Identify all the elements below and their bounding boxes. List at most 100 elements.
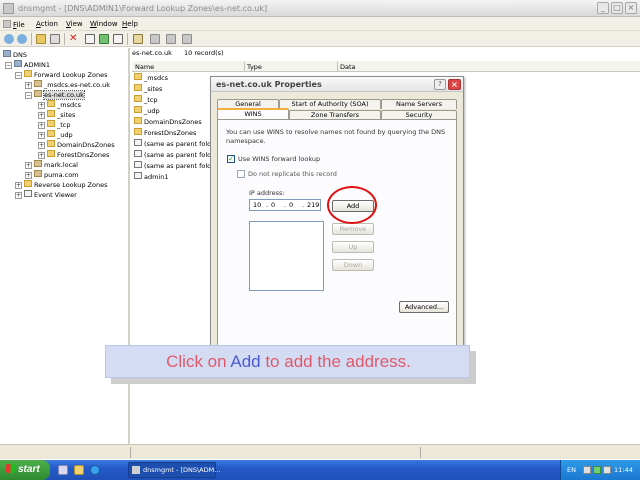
network-icon[interactable] xyxy=(583,466,591,474)
expand-toggle[interactable]: + xyxy=(15,192,22,199)
taskbar-item-dnsmgmt[interactable]: dnsmgmt - [DNS\ADM... xyxy=(128,462,220,478)
new-domain-icon[interactable] xyxy=(166,34,176,44)
expand-toggle[interactable]: + xyxy=(38,132,45,139)
show-desktop-icon[interactable] xyxy=(58,465,68,475)
up-folder-icon[interactable] xyxy=(36,34,46,44)
tree-item-udp[interactable]: + _udp xyxy=(38,130,73,140)
list-item[interactable]: (same as parent folder) xyxy=(134,139,221,149)
internet-explorer-icon[interactable] xyxy=(90,465,100,475)
ip-octet-2[interactable]: 0 xyxy=(268,200,284,210)
dialog-close-button[interactable]: × xyxy=(448,79,461,90)
expand-toggle[interactable]: + xyxy=(38,152,45,159)
server-icon xyxy=(14,60,22,67)
expand-toggle[interactable]: + xyxy=(25,172,32,179)
folder-icon xyxy=(47,110,55,117)
tree-item-forestdnszones[interactable]: + ForestDnsZones xyxy=(38,150,109,160)
column-separator[interactable] xyxy=(337,62,338,71)
column-separator[interactable] xyxy=(244,62,245,71)
ip-octet-4[interactable]: 219 xyxy=(304,200,320,210)
explorer-icon[interactable] xyxy=(74,465,84,475)
collapse-toggle[interactable]: − xyxy=(25,92,32,99)
folder-icon xyxy=(134,73,142,80)
forward-icon[interactable] xyxy=(17,34,27,44)
column-data[interactable]: Data xyxy=(340,63,356,71)
tree-item-domaindnszones[interactable]: + DomainDnsZones xyxy=(38,140,115,150)
folder-icon xyxy=(134,84,142,91)
start-button[interactable]: start xyxy=(0,460,50,480)
list-item[interactable]: _tcp xyxy=(134,95,158,105)
list-item[interactable]: _udp xyxy=(134,106,160,116)
tab-start-of-authority[interactable]: Start of Authority (SOA) xyxy=(279,99,381,109)
close-button[interactable]: × xyxy=(625,2,637,14)
expand-toggle[interactable]: + xyxy=(38,122,45,129)
zone-name: es-net.co.uk xyxy=(132,49,172,57)
wins-server-list[interactable] xyxy=(249,221,324,291)
remove-button[interactable]: Remove xyxy=(332,223,374,235)
list-item[interactable]: admin1 xyxy=(134,172,169,182)
menu-view[interactable]: View xyxy=(66,20,83,28)
tree-item-dns[interactable]: DNS xyxy=(3,50,27,60)
delete-icon[interactable]: ✕ xyxy=(69,34,79,44)
expand-toggle[interactable]: + xyxy=(38,142,45,149)
tab-name-servers[interactable]: Name Servers xyxy=(381,99,457,109)
tree-item-sites[interactable]: + _sites xyxy=(38,110,75,120)
minimize-button[interactable]: _ xyxy=(597,2,609,14)
menu-window[interactable]: Window xyxy=(90,20,118,28)
expand-toggle[interactable]: + xyxy=(15,182,22,189)
list-item[interactable]: DomainDnsZones xyxy=(134,117,202,127)
folder-icon xyxy=(24,180,32,187)
ip-address-input[interactable]: 10. 0. 0. 219 xyxy=(249,199,321,211)
security-icon[interactable] xyxy=(593,466,601,474)
tree-item-es-net-zone[interactable]: − es-net.co.uk xyxy=(25,90,85,100)
tree-item-tcp[interactable]: + _tcp xyxy=(38,120,71,130)
up-button[interactable]: Up xyxy=(332,241,374,253)
export-list-icon[interactable] xyxy=(113,34,123,44)
show-tree-icon[interactable] xyxy=(50,34,60,44)
properties-icon[interactable] xyxy=(85,34,95,44)
toolbar-separator xyxy=(64,33,65,45)
volume-icon[interactable] xyxy=(603,466,611,474)
help-icon[interactable] xyxy=(133,34,143,44)
collapse-toggle[interactable]: − xyxy=(5,62,12,69)
use-wins-checkbox[interactable]: ✓ xyxy=(227,155,235,163)
list-item[interactable]: ForestDnsZones xyxy=(134,128,196,138)
tree-item-msdcs-zone[interactable]: + _msdcs.es-net.co.uk xyxy=(25,80,110,90)
tree-item-admin1[interactable]: − ADMIN1 xyxy=(5,60,50,70)
language-indicator[interactable]: EN xyxy=(567,466,576,474)
tree-item-mark-local[interactable]: + mark.local xyxy=(25,160,78,170)
expand-toggle[interactable]: + xyxy=(38,112,45,119)
expand-toggle[interactable]: + xyxy=(25,82,32,89)
new-record-icon[interactable] xyxy=(150,34,160,44)
advanced-button[interactable]: Advanced... xyxy=(399,301,449,313)
toolbar-separator xyxy=(127,33,128,45)
tree-item-forward-lookup-zones[interactable]: − Forward Lookup Zones xyxy=(15,70,107,80)
expand-toggle[interactable]: + xyxy=(38,102,45,109)
maximize-button[interactable]: □ xyxy=(611,2,623,14)
ip-octet-1[interactable]: 10 xyxy=(250,200,266,210)
tree-item-event-viewer[interactable]: + Event Viewer xyxy=(15,190,77,200)
down-button[interactable]: Down xyxy=(332,259,374,271)
collapse-toggle[interactable]: − xyxy=(15,72,22,79)
list-item[interactable]: _msdcs xyxy=(134,73,168,83)
menu-help[interactable]: Help xyxy=(122,20,138,28)
tree-item-msdcs[interactable]: + _msdcs xyxy=(38,100,81,110)
back-icon[interactable] xyxy=(4,34,14,44)
menu-action[interactable]: Action xyxy=(36,20,58,28)
tree-item-reverse-lookup-zones[interactable]: + Reverse Lookup Zones xyxy=(15,180,107,190)
tree-item-puma-com[interactable]: + puma.com xyxy=(25,170,79,180)
column-name[interactable]: Name xyxy=(135,63,154,71)
list-item[interactable]: _sites xyxy=(134,84,162,94)
dialog-help-button[interactable]: ? xyxy=(434,79,446,90)
new-delegation-icon[interactable] xyxy=(182,34,192,44)
record-icon xyxy=(134,161,142,168)
list-item[interactable]: (same as parent folder) xyxy=(134,161,221,171)
column-type[interactable]: Type xyxy=(247,63,262,71)
dialog-title-bar: es-net.co.uk Properties ? × xyxy=(211,77,463,92)
list-item[interactable]: (same as parent folder) xyxy=(134,150,221,160)
ip-octet-3[interactable]: 0 xyxy=(286,200,302,210)
menu-file[interactable]: File xyxy=(3,20,25,29)
expand-toggle[interactable]: + xyxy=(25,162,32,169)
zone-icon xyxy=(34,90,42,97)
do-not-replicate-checkbox[interactable] xyxy=(237,170,245,178)
refresh-icon[interactable] xyxy=(99,34,109,44)
